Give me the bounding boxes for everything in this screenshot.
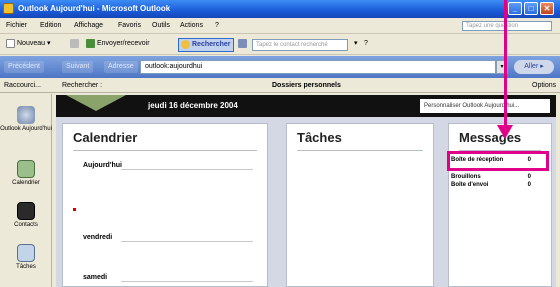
message-count: 0 bbox=[527, 174, 531, 180]
menu-help[interactable]: ? bbox=[215, 22, 219, 29]
sidebar-item-label: Contacts bbox=[14, 222, 38, 228]
tasks-icon bbox=[17, 244, 35, 262]
message-count: 0 bbox=[527, 182, 531, 188]
find-label[interactable]: Rechercher : bbox=[62, 82, 102, 89]
window-title: Outlook Aujourd'hui - Microsoft Outlook bbox=[18, 4, 171, 13]
contacts-icon bbox=[17, 202, 35, 220]
print-button[interactable] bbox=[68, 38, 83, 52]
find-contact-input[interactable]: Tapez le contact recherché bbox=[252, 39, 348, 51]
nav-bar: Raccourci... Rechercher : Dossiers perso… bbox=[0, 79, 560, 93]
standard-toolbar: Nouveau ▾ Envoyer/recevoir Rechercher Ta… bbox=[0, 35, 560, 55]
shortcuts-label[interactable]: Raccourci... bbox=[4, 82, 41, 89]
minimize-button[interactable]: _ bbox=[508, 2, 522, 15]
sidebar-item-label: Tâches bbox=[16, 264, 36, 270]
go-button[interactable]: Aller ▸ bbox=[514, 60, 554, 74]
search-label: Rechercher bbox=[192, 41, 231, 48]
divider bbox=[121, 281, 253, 282]
maximize-button[interactable]: □ bbox=[524, 2, 538, 15]
today-date: jeudi 16 décembre 2004 bbox=[148, 101, 238, 110]
sidebar-item-contacts[interactable]: Contacts bbox=[0, 202, 52, 229]
date-banner: jeudi 16 décembre 2004 Personnaliser Out… bbox=[56, 95, 556, 117]
send-receive-label: Envoyer/recevoir bbox=[97, 40, 150, 47]
tasks-panel: Tâches bbox=[286, 123, 434, 287]
annotation-arrow-line bbox=[504, 0, 507, 128]
divider bbox=[121, 169, 253, 170]
address-book-icon bbox=[238, 38, 247, 48]
annotation-arrow-head bbox=[497, 125, 513, 139]
current-time-marker bbox=[73, 208, 76, 211]
calendar-day-saturday[interactable]: samedi bbox=[83, 274, 107, 281]
menu-file[interactable]: Fichier bbox=[6, 22, 27, 29]
menu-favorites[interactable]: Favoris bbox=[118, 22, 141, 29]
menu-tools[interactable]: Outils bbox=[152, 22, 170, 29]
search-icon bbox=[181, 39, 190, 49]
sidebar-item-calendar[interactable]: Calendrier bbox=[0, 160, 52, 187]
calendar-panel: Calendrier Aujourd'hui vendredi samedi bbox=[62, 123, 268, 287]
sidebar-item-label: Outlook Aujourd'hui bbox=[0, 126, 52, 132]
divider bbox=[297, 150, 423, 151]
find-contact-dropdown[interactable]: ▾ bbox=[352, 38, 360, 52]
help-button[interactable]: ? bbox=[362, 38, 370, 52]
forward-button[interactable]: Suivant bbox=[62, 61, 94, 73]
tasks-heading[interactable]: Tâches bbox=[297, 130, 342, 145]
address-input[interactable]: outlook:aujourdhui bbox=[140, 60, 496, 74]
web-toolbar: Précédent Suivant Adresse outlook:aujour… bbox=[0, 56, 560, 78]
messages-panel: Messages bbox=[448, 123, 552, 287]
calendar-icon bbox=[17, 160, 35, 178]
divider bbox=[121, 241, 253, 242]
menu-bar: Fichier Edition Affichage Favoris Outils… bbox=[0, 18, 560, 34]
new-button[interactable]: Nouveau ▾ bbox=[4, 38, 52, 52]
address-label: Adresse bbox=[104, 61, 138, 73]
outlook-today-pane: jeudi 16 décembre 2004 Personnaliser Out… bbox=[56, 95, 556, 287]
menu-view[interactable]: Affichage bbox=[74, 22, 103, 29]
customize-outlook-today-link[interactable]: Personnaliser Outlook Aujourd'hui... bbox=[420, 99, 550, 113]
outlook-bar: Outlook Aujourd'hui Calendrier Contacts … bbox=[0, 94, 52, 287]
inbox-highlight-box bbox=[447, 151, 549, 171]
sidebar-item-outlook-today[interactable]: Outlook Aujourd'hui bbox=[0, 106, 52, 133]
send-receive-button[interactable]: Envoyer/recevoir bbox=[84, 38, 152, 52]
banner-chevron bbox=[66, 95, 126, 111]
outlook-today-icon bbox=[17, 106, 35, 124]
divider bbox=[73, 150, 257, 151]
help-question-input[interactable]: Tapez une question bbox=[462, 21, 552, 31]
search-button[interactable]: Rechercher bbox=[178, 38, 234, 52]
menu-actions[interactable]: Actions bbox=[180, 22, 203, 29]
options-button[interactable]: Options bbox=[532, 82, 556, 89]
message-row-outbox[interactable]: Boîte d'envoi 0 bbox=[451, 182, 543, 190]
calendar-heading[interactable]: Calendrier bbox=[73, 130, 137, 145]
sidebar-item-label: Calendrier bbox=[12, 180, 40, 186]
message-folder-label: Brouillons bbox=[451, 174, 481, 180]
message-folder-label: Boîte d'envoi bbox=[451, 182, 489, 188]
close-button[interactable]: ✕ bbox=[540, 2, 554, 15]
back-button[interactable]: Précédent bbox=[4, 61, 44, 73]
message-row-drafts[interactable]: Brouillons 0 bbox=[451, 174, 543, 182]
new-button-label: Nouveau ▾ bbox=[17, 40, 51, 47]
folder-filter[interactable]: Dossiers personnels bbox=[272, 82, 341, 89]
send-receive-icon bbox=[86, 38, 95, 48]
calendar-day-today[interactable]: Aujourd'hui bbox=[83, 162, 122, 169]
title-bar: Outlook Aujourd'hui - Microsoft Outlook … bbox=[0, 0, 560, 18]
sidebar-item-tasks[interactable]: Tâches bbox=[0, 244, 52, 271]
new-mail-icon bbox=[6, 38, 15, 48]
address-book-button[interactable] bbox=[236, 38, 251, 52]
print-icon bbox=[70, 38, 79, 48]
menu-edit[interactable]: Edition bbox=[40, 22, 61, 29]
outlook-app-icon bbox=[3, 3, 14, 14]
calendar-day-friday[interactable]: vendredi bbox=[83, 234, 112, 241]
